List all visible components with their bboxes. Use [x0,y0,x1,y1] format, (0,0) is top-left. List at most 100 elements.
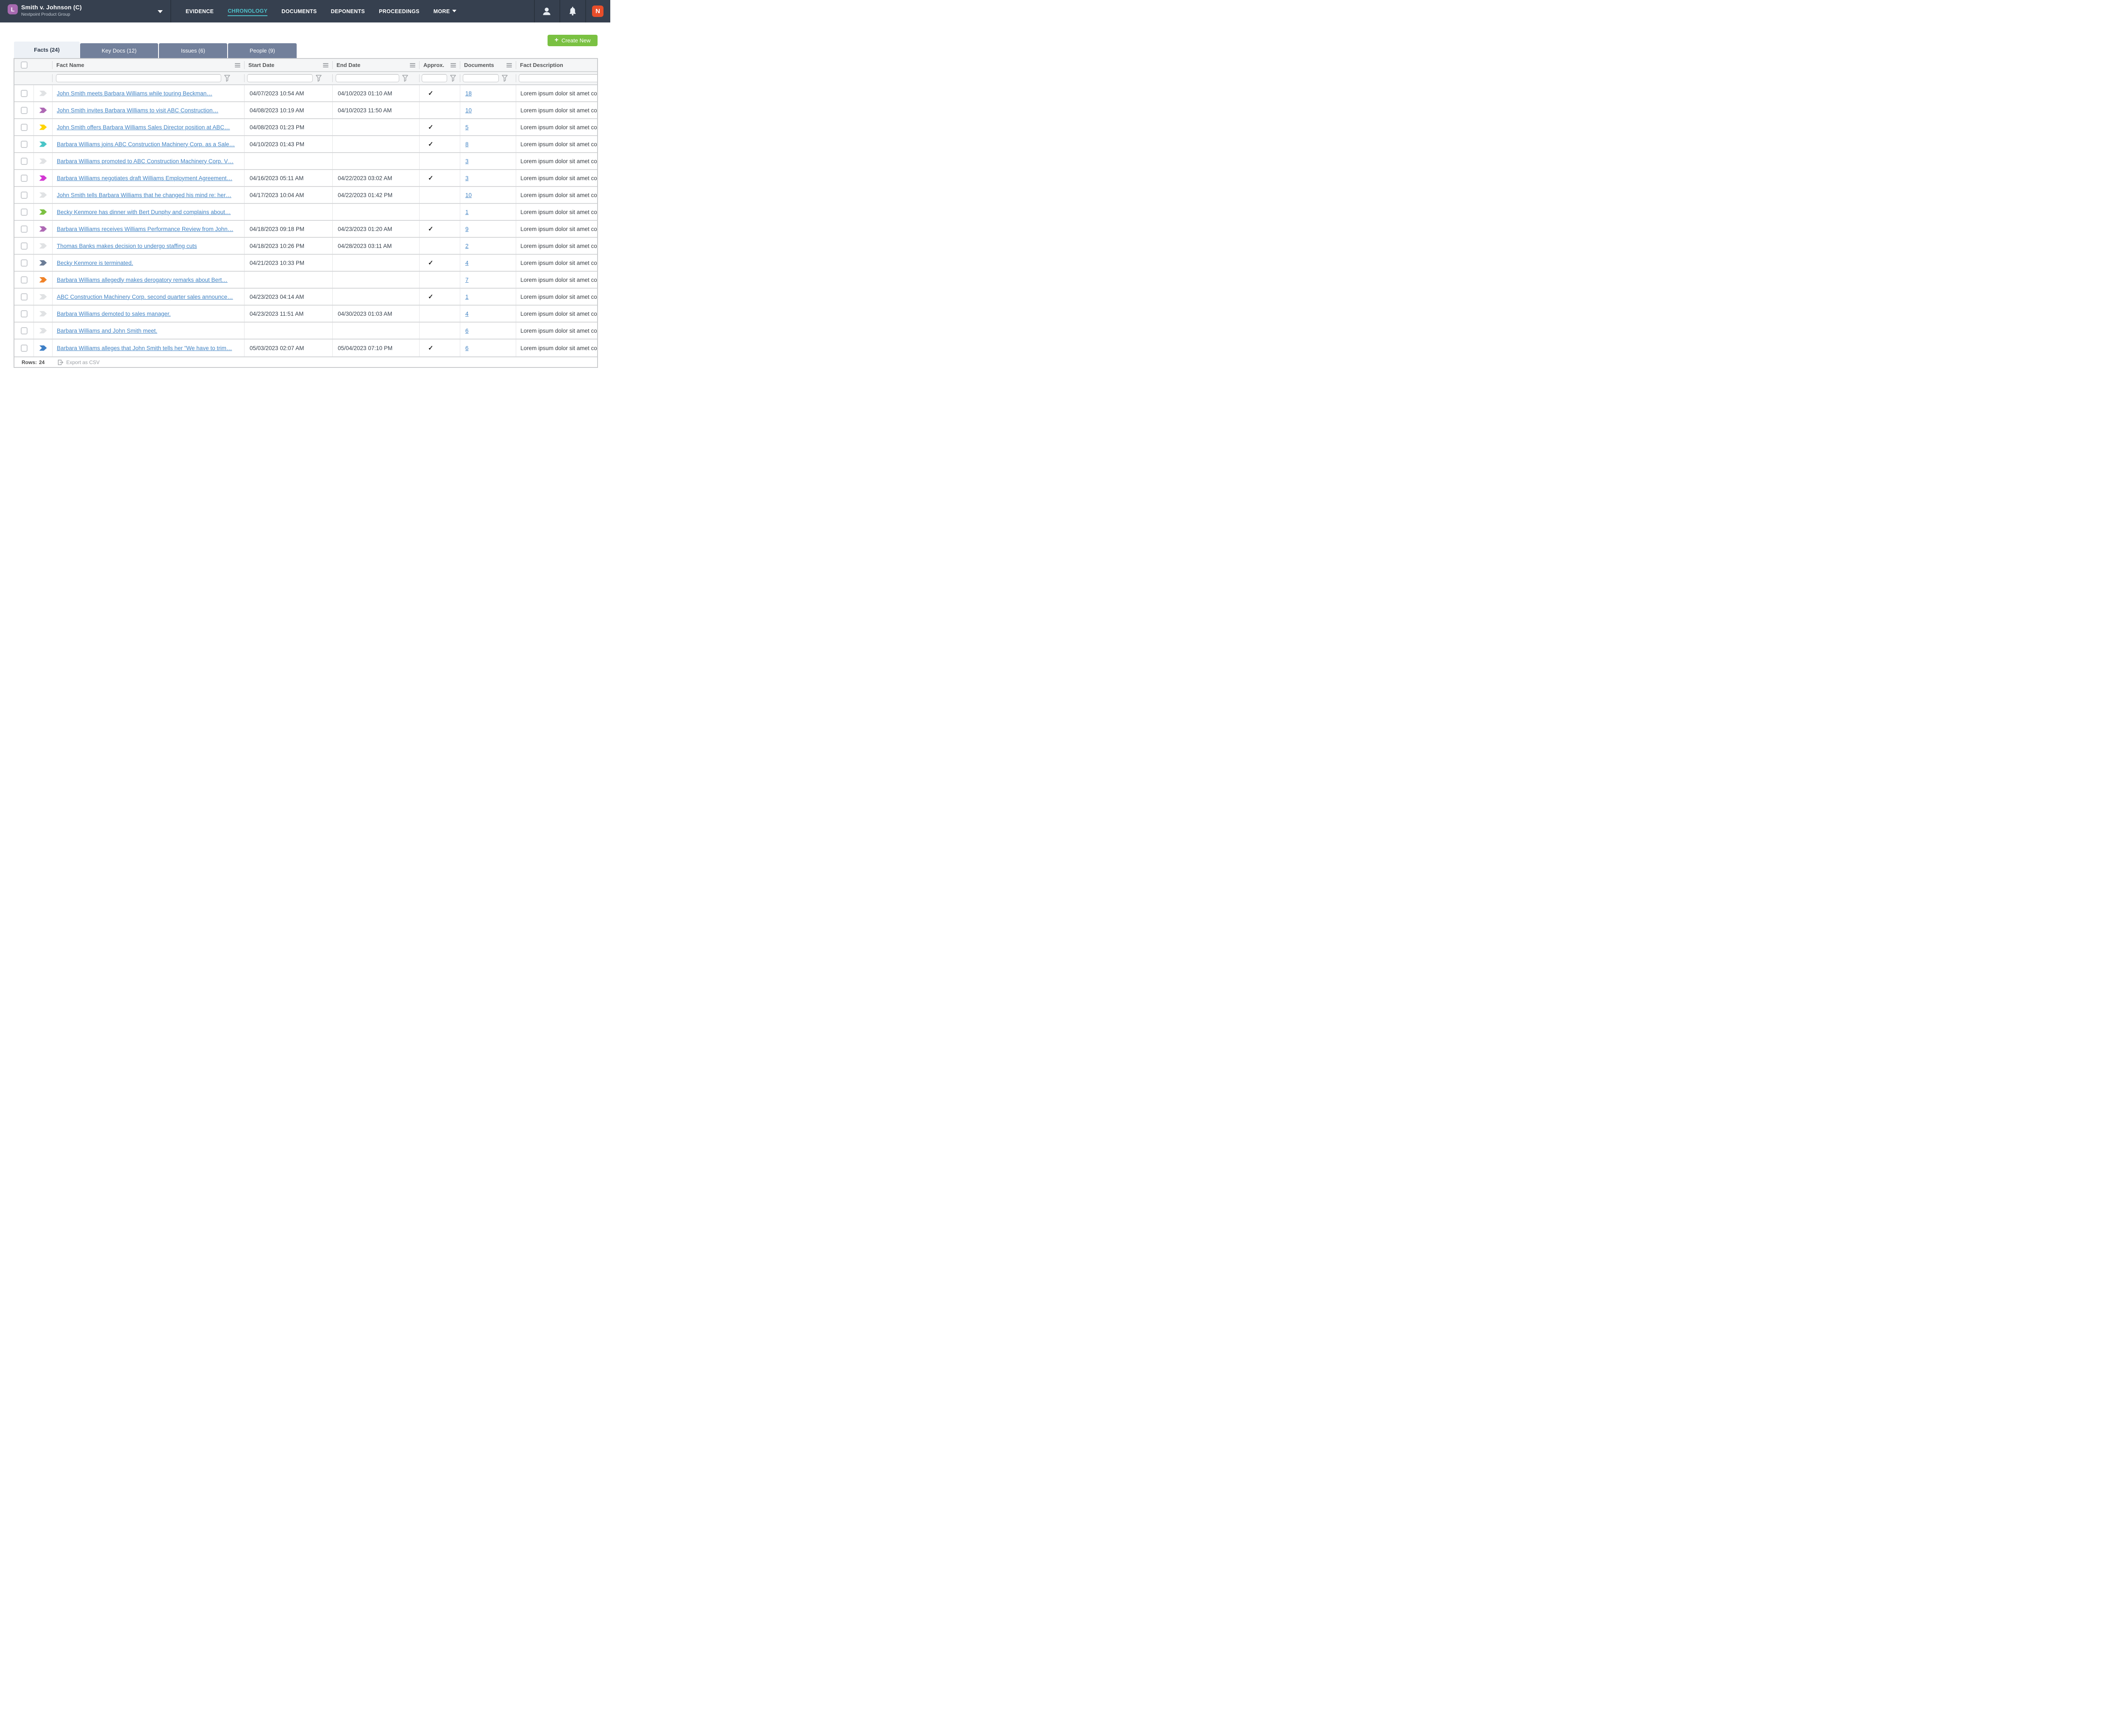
notifications-button[interactable] [559,0,585,22]
row-checkbox[interactable] [21,242,28,250]
documents-count-link[interactable]: 9 [465,226,469,232]
row-checkbox[interactable] [21,293,28,300]
filter-icon[interactable] [224,75,230,82]
documents-count-link[interactable]: 8 [465,141,469,147]
column-menu-icon[interactable] [323,63,328,67]
documents-count-link[interactable]: 3 [465,158,469,164]
filter-icon[interactable] [402,75,408,82]
export-csv-button[interactable]: Export as CSV [58,359,100,365]
documents-count-link[interactable]: 6 [465,345,469,351]
fact-name-link[interactable]: John Smith invites Barbara Williams to v… [57,107,218,114]
documents-count-link[interactable]: 3 [465,175,469,181]
filter-icon[interactable] [450,75,456,82]
row-tag-cell [33,323,52,339]
row-checkbox[interactable] [21,141,28,148]
fact-name-filter-input[interactable] [56,74,221,82]
end-date-cell: 04/22/2023 01:42 PM [332,187,419,203]
header-start-date[interactable]: Start Date [244,59,332,71]
row-checkbox[interactable] [21,225,28,233]
tab-facts[interactable]: Facts (24) [14,42,80,58]
documents-count-link[interactable]: 10 [465,107,472,114]
fact-name-link[interactable]: Barbara Williams joins ABC Construction … [57,141,235,147]
documents-count-link[interactable]: 2 [465,243,469,249]
tab-people[interactable]: People (9) [228,43,297,58]
fact-name-link[interactable]: Thomas Banks makes decision to undergo s… [57,243,197,249]
fact-name-link[interactable]: Barbara Williams promoted to ABC Constru… [57,158,234,164]
select-all-checkbox[interactable] [21,61,28,69]
approx-cell: ✓ [419,136,460,152]
row-checkbox[interactable] [21,107,28,114]
documents-count-link[interactable]: 5 [465,124,469,131]
row-checkbox[interactable] [21,276,28,284]
org-name: Nextpoint Product Group [21,12,82,17]
column-menu-icon[interactable] [450,63,456,67]
start-date-filter-input[interactable] [247,74,313,82]
header-end-date[interactable]: End Date [332,59,419,71]
fact-description-cell: Lorem ipsum dolor sit amet co [516,255,597,271]
row-checkbox[interactable] [21,345,28,352]
fact-name-link[interactable]: Barbara Williams receives Williams Perfo… [57,226,233,232]
row-checkbox[interactable] [21,310,28,317]
end-date-filter-input[interactable] [336,74,399,82]
fact-name-link[interactable]: Barbara Williams and John Smith meet. [57,328,157,334]
column-menu-icon[interactable] [506,63,512,67]
row-tag-cell [33,221,52,237]
nav-documents[interactable]: DOCUMENTS [281,7,317,16]
description-filter-input[interactable] [519,74,597,82]
documents-count-link[interactable]: 1 [465,209,469,215]
filter-icon[interactable] [502,75,508,82]
create-new-button[interactable]: + Create New [548,35,598,46]
fact-name-link[interactable]: John Smith tells Barbara Williams that h… [57,192,231,198]
documents-count-link[interactable]: 10 [465,192,472,198]
documents-filter-input[interactable] [463,74,499,82]
header-tag-cell [33,59,52,71]
fact-name-link[interactable]: Barbara Williams negotiates draft Willia… [57,175,232,181]
nav-more[interactable]: MORE [434,7,457,16]
tab-key-docs[interactable]: Key Docs (12) [80,43,158,58]
table-row: Barbara Williams negotiates draft Willia… [14,170,597,187]
user-profile-button[interactable] [534,0,559,22]
start-date-cell: 04/21/2023 10:33 PM [244,255,332,271]
documents-count-link[interactable]: 7 [465,277,469,283]
fact-name-link[interactable]: Becky Kenmore is terminated. [57,260,133,266]
documents-count-link[interactable]: 6 [465,328,469,334]
fact-description-cell: Lorem ipsum dolor sit amet co [516,238,597,254]
header-approx[interactable]: Approx. [419,59,460,71]
filter-icon[interactable] [316,75,322,82]
nav-chronology[interactable]: CHRONOLOGY [228,6,267,16]
column-menu-icon[interactable] [410,63,415,67]
fact-name-link[interactable]: Barbara Williams allegedly makes derogat… [57,277,228,283]
fact-name-link[interactable]: Barbara Williams alleges that John Smith… [57,345,232,351]
documents-count-link[interactable]: 18 [465,90,472,97]
documents-count-link[interactable]: 4 [465,311,469,317]
table-row: Becky Kenmore has dinner with Bert Dunph… [14,204,597,221]
nav-deponents[interactable]: DEPONENTS [331,7,365,16]
fact-name-link[interactable]: John Smith offers Barbara Williams Sales… [57,124,230,131]
row-checkbox[interactable] [21,259,28,267]
chevron-down-icon[interactable] [158,10,163,13]
documents-count-link[interactable]: 1 [465,294,469,300]
row-checkbox[interactable] [21,158,28,165]
row-checkbox[interactable] [21,175,28,182]
row-checkbox[interactable] [21,209,28,216]
row-tag-cell [33,204,52,220]
tab-issues[interactable]: Issues (6) [159,43,227,58]
fact-name-link[interactable]: Becky Kenmore has dinner with Bert Dunph… [57,209,231,215]
row-checkbox[interactable] [21,327,28,334]
approx-filter-input[interactable] [422,74,447,82]
fact-name-link[interactable]: John Smith meets Barbara Williams while … [57,90,212,97]
row-checkbox[interactable] [21,192,28,199]
end-date-cell [332,255,419,271]
nav-evidence[interactable]: EVIDENCE [186,7,214,16]
row-checkbox[interactable] [21,90,28,97]
header-documents[interactable]: Documents [460,59,516,71]
fact-name-link[interactable]: ABC Construction Machinery Corp. second … [57,294,233,300]
header-fact-name[interactable]: Fact Name [52,59,244,71]
column-menu-icon[interactable] [235,63,240,67]
fact-name-link[interactable]: Barbara Williams demoted to sales manage… [57,311,171,317]
nav-proceedings[interactable]: PROCEEDINGS [379,7,420,16]
documents-count-link[interactable]: 4 [465,260,469,266]
case-selector[interactable]: Smith v. Johnson (C) Nextpoint Product G… [21,4,82,17]
nextpoint-home-button[interactable]: N [585,0,610,22]
row-checkbox[interactable] [21,124,28,131]
